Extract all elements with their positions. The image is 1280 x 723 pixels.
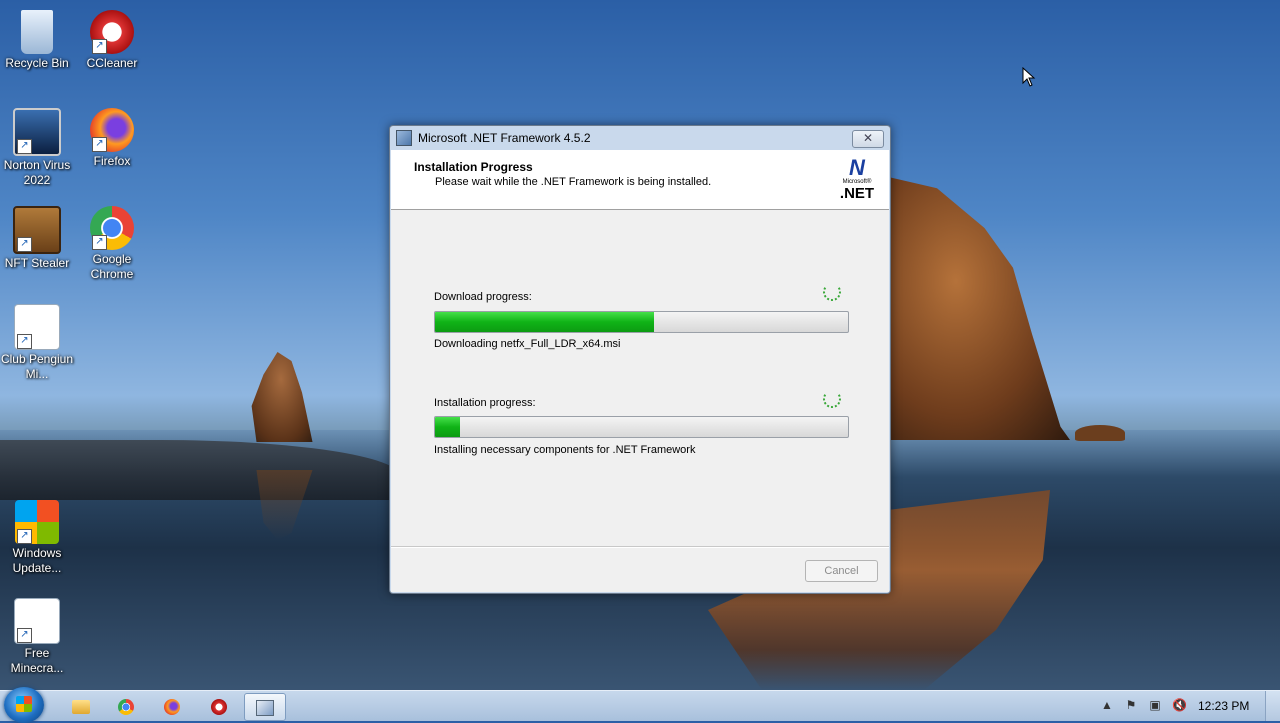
shortcut-arrow-icon: ↗	[92, 235, 107, 250]
download-progress-fill	[435, 312, 654, 332]
desktop-icon-label: NFT Stealer	[4, 256, 70, 270]
show-desktop-button[interactable]	[1265, 691, 1280, 721]
ccleaner-icon: ↗	[90, 10, 134, 54]
shortcut-arrow-icon: ↗	[17, 628, 32, 643]
desktop-icon-recycle-bin[interactable]: Recycle Bin	[0, 4, 74, 71]
desktop-icon-chrome[interactable]: ↗ Google Chrome	[75, 200, 149, 282]
desktop-icon-club-penguin[interactable]: ↗ Club Pengiun Mi...	[0, 298, 74, 382]
download-progress-bar	[434, 311, 849, 333]
download-spinner-icon	[823, 283, 841, 301]
treasure-chest-icon: ↗	[13, 206, 61, 254]
shortcut-arrow-icon: ↗	[17, 237, 32, 252]
windows-logo-icon	[16, 696, 32, 712]
desktop-icon-firefox[interactable]: ↗ Firefox	[75, 102, 149, 169]
dotnet-logo-icon: N Microsoft® .NET	[839, 155, 875, 202]
shortcut-arrow-icon: ↗	[92, 39, 107, 54]
footer-separator	[391, 546, 889, 548]
install-progress-label: Installation progress:	[434, 397, 536, 409]
windows-logo-icon: ↗	[15, 500, 59, 544]
start-button[interactable]	[4, 687, 44, 723]
taskbar: ▲ ⚑ ▣ 🔇 12:23 PM	[0, 687, 1280, 723]
desktop-icon-label: Recycle Bin	[5, 56, 69, 70]
firefox-icon: ↗	[90, 108, 134, 152]
installer-icon	[256, 700, 274, 717]
desktop-icon-label: Windows Update...	[12, 546, 62, 575]
dialog-title: Microsoft .NET Framework 4.5.2	[418, 131, 591, 145]
mouse-cursor-icon	[1022, 67, 1036, 87]
taskbar-chrome[interactable]	[106, 693, 146, 719]
desktop-icon-label: Free Minecra...	[10, 646, 64, 675]
install-spinner-icon	[823, 390, 841, 408]
recycle-bin-icon	[21, 10, 53, 54]
desktop-icon-label: CCleaner	[86, 56, 138, 70]
header-subtitle: Please wait while the .NET Framework is …	[435, 176, 712, 188]
wallpaper-small-rock	[1075, 425, 1125, 441]
computer-icon: ↗	[13, 108, 61, 156]
cancel-button[interactable]: Cancel	[805, 560, 878, 582]
network-icon[interactable]: ▣	[1148, 698, 1162, 712]
desktop-icon-nft-stealer[interactable]: ↗ NFT Stealer	[0, 200, 74, 271]
download-status: Downloading netfx_Full_LDR_x64.msi	[434, 338, 621, 350]
installer-dialog: Microsoft .NET Framework 4.5.2 ✕ Install…	[389, 125, 891, 594]
shortcut-arrow-icon: ↗	[17, 529, 32, 544]
taskbar-ccleaner[interactable]	[199, 693, 239, 719]
desktop-icon-label: Google Chrome	[90, 252, 134, 281]
desktop-icon-label: Firefox	[93, 154, 131, 168]
download-progress-label: Download progress:	[434, 291, 532, 303]
shortcut-arrow-icon: ↗	[17, 334, 32, 349]
desktop-icon-norton[interactable]: ↗ Norton Virus 2022	[0, 102, 74, 188]
ccleaner-icon	[211, 699, 227, 716]
action-center-flag-icon[interactable]: ⚑	[1124, 698, 1138, 712]
taskbar-explorer[interactable]	[61, 693, 101, 719]
shortcut-arrow-icon: ↗	[92, 137, 107, 152]
folder-icon	[72, 700, 90, 715]
dialog-header: Installation Progress Please wait while …	[391, 150, 889, 210]
dialog-titlebar[interactable]: Microsoft .NET Framework 4.5.2	[390, 126, 890, 150]
settings-gear-icon: ↗	[14, 598, 60, 644]
settings-gear-icon: ↗	[14, 304, 60, 350]
taskbar-clock[interactable]: 12:23 PM	[1198, 699, 1249, 713]
desktop-icon-windows-update[interactable]: ↗ Windows Update...	[0, 494, 74, 576]
desktop-icon-label: Club Pengiun Mi...	[0, 352, 74, 381]
wallpaper-rock	[251, 352, 313, 442]
close-button[interactable]: ✕	[852, 130, 884, 148]
taskbar-firefox[interactable]	[152, 693, 192, 719]
chrome-icon	[118, 699, 134, 716]
taskbar-installer[interactable]	[244, 693, 286, 721]
chrome-icon: ↗	[90, 206, 134, 250]
volume-muted-icon[interactable]: 🔇	[1172, 698, 1187, 712]
show-hidden-icons-icon[interactable]: ▲	[1100, 698, 1114, 712]
firefox-icon	[164, 699, 180, 716]
install-progress-bar	[434, 416, 849, 438]
wallpaper-cliff	[880, 175, 1070, 440]
installer-app-icon	[396, 130, 412, 146]
shortcut-arrow-icon: ↗	[17, 139, 32, 154]
dialog-client: Installation Progress Please wait while …	[391, 150, 889, 592]
install-progress-fill	[435, 417, 460, 437]
desktop-icon-free-minecraft[interactable]: ↗ Free Minecra...	[0, 592, 74, 676]
header-title: Installation Progress	[414, 160, 533, 174]
desktop-icon-label: Norton Virus 2022	[3, 158, 71, 187]
desktop-icon-ccleaner[interactable]: ↗ CCleaner	[75, 4, 149, 71]
install-status: Installing necessary components for .NET…	[434, 444, 696, 456]
